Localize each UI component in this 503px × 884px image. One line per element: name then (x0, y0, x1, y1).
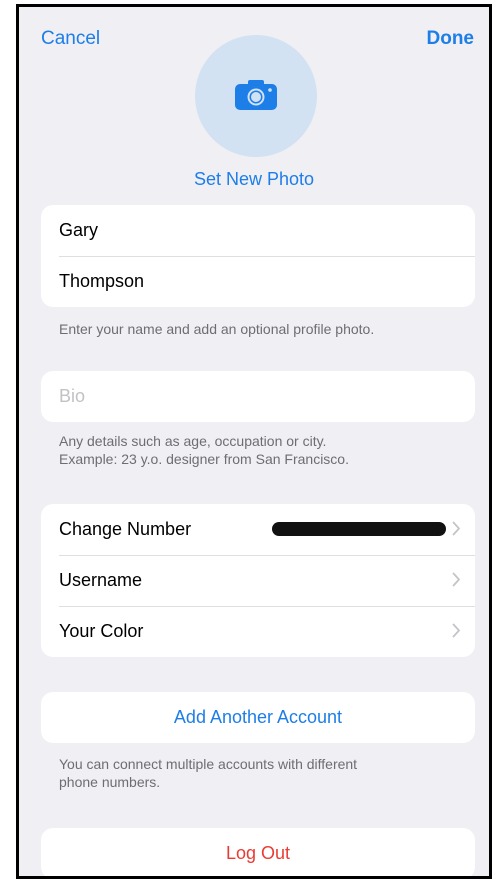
settings-card: Change Number Username Your Color (41, 504, 475, 657)
logout-card: Log Out (41, 828, 475, 876)
name-card: Gary Thompson (41, 205, 475, 307)
avatar-photo-button[interactable] (195, 35, 317, 157)
add-account-footnote: You can connect multiple accounts with d… (59, 755, 479, 791)
bio-card: Bio (41, 371, 475, 422)
done-button[interactable]: Done (427, 28, 475, 50)
bio-field[interactable]: Bio (41, 371, 475, 422)
add-account-footnote-line-1: You can connect multiple accounts with d… (59, 756, 358, 772)
add-account-footnote-line-2: phone numbers. (59, 774, 161, 790)
first-name-field[interactable]: Gary (41, 205, 475, 256)
edit-profile-screen: Cancel Done Set New Photo Gary Thompson … (16, 4, 492, 879)
your-color-label: Your Color (59, 621, 144, 641)
add-another-account-button[interactable]: Add Another Account (41, 692, 475, 743)
change-number-label: Change Number (59, 519, 192, 539)
last-name-field[interactable]: Thompson (41, 256, 475, 307)
redacted-phone-number (272, 522, 446, 536)
add-account-card: Add Another Account (41, 692, 475, 743)
bio-footnote-line-1: Any details such as age, occupation or c… (59, 433, 327, 449)
chevron-right-icon (452, 572, 460, 587)
first-name-value: Gary (59, 220, 99, 240)
username-label: Username (59, 570, 143, 590)
last-name-value: Thompson (59, 271, 145, 291)
camera-icon (235, 80, 277, 110)
chevron-right-icon (452, 521, 460, 536)
log-out-button[interactable]: Log Out (41, 828, 475, 876)
chevron-right-icon (452, 623, 460, 638)
bio-footnote: Any details such as age, occupation or c… (59, 432, 479, 468)
username-row[interactable]: Username (41, 555, 475, 606)
name-footnote: Enter your name and add an optional prof… (59, 321, 375, 337)
bio-footnote-line-2: Example: 23 y.o. designer from San Franc… (59, 451, 349, 467)
cancel-button[interactable]: Cancel (41, 28, 100, 50)
bio-placeholder: Bio (59, 386, 86, 406)
set-new-photo-button[interactable]: Set New Photo (19, 169, 489, 190)
change-number-row[interactable]: Change Number (41, 504, 475, 555)
your-color-row[interactable]: Your Color (41, 606, 475, 657)
